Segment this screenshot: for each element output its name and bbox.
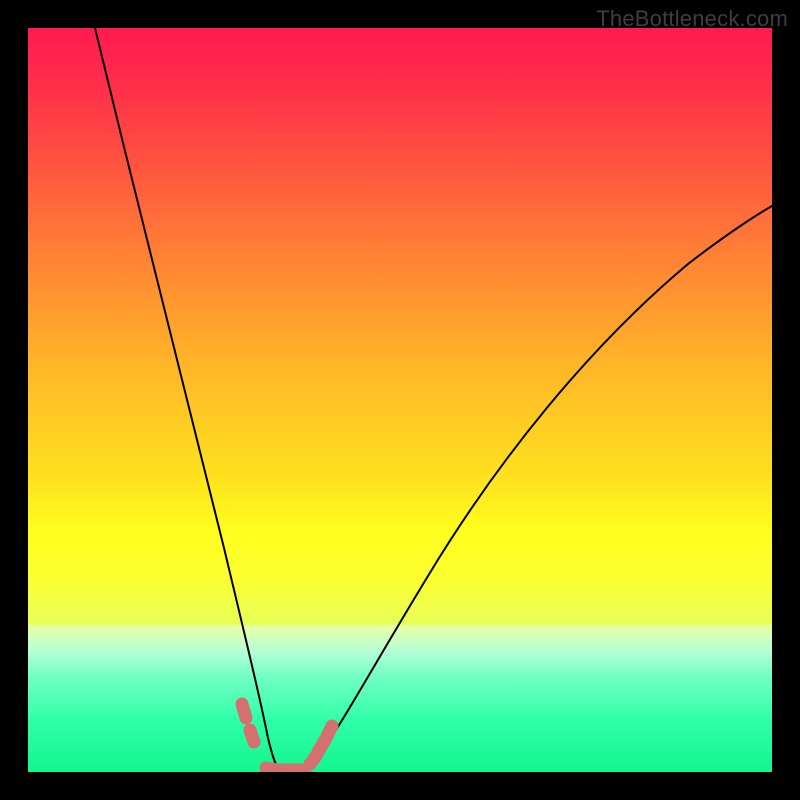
marker-left-upper	[242, 704, 246, 718]
marker-left-lower	[250, 730, 254, 742]
marker-right-upper	[327, 726, 332, 736]
curve-right	[296, 206, 772, 772]
marker-right-mid	[318, 740, 325, 752]
curve-left	[95, 28, 282, 772]
chart-area	[28, 28, 772, 772]
chart-svg	[28, 28, 772, 772]
